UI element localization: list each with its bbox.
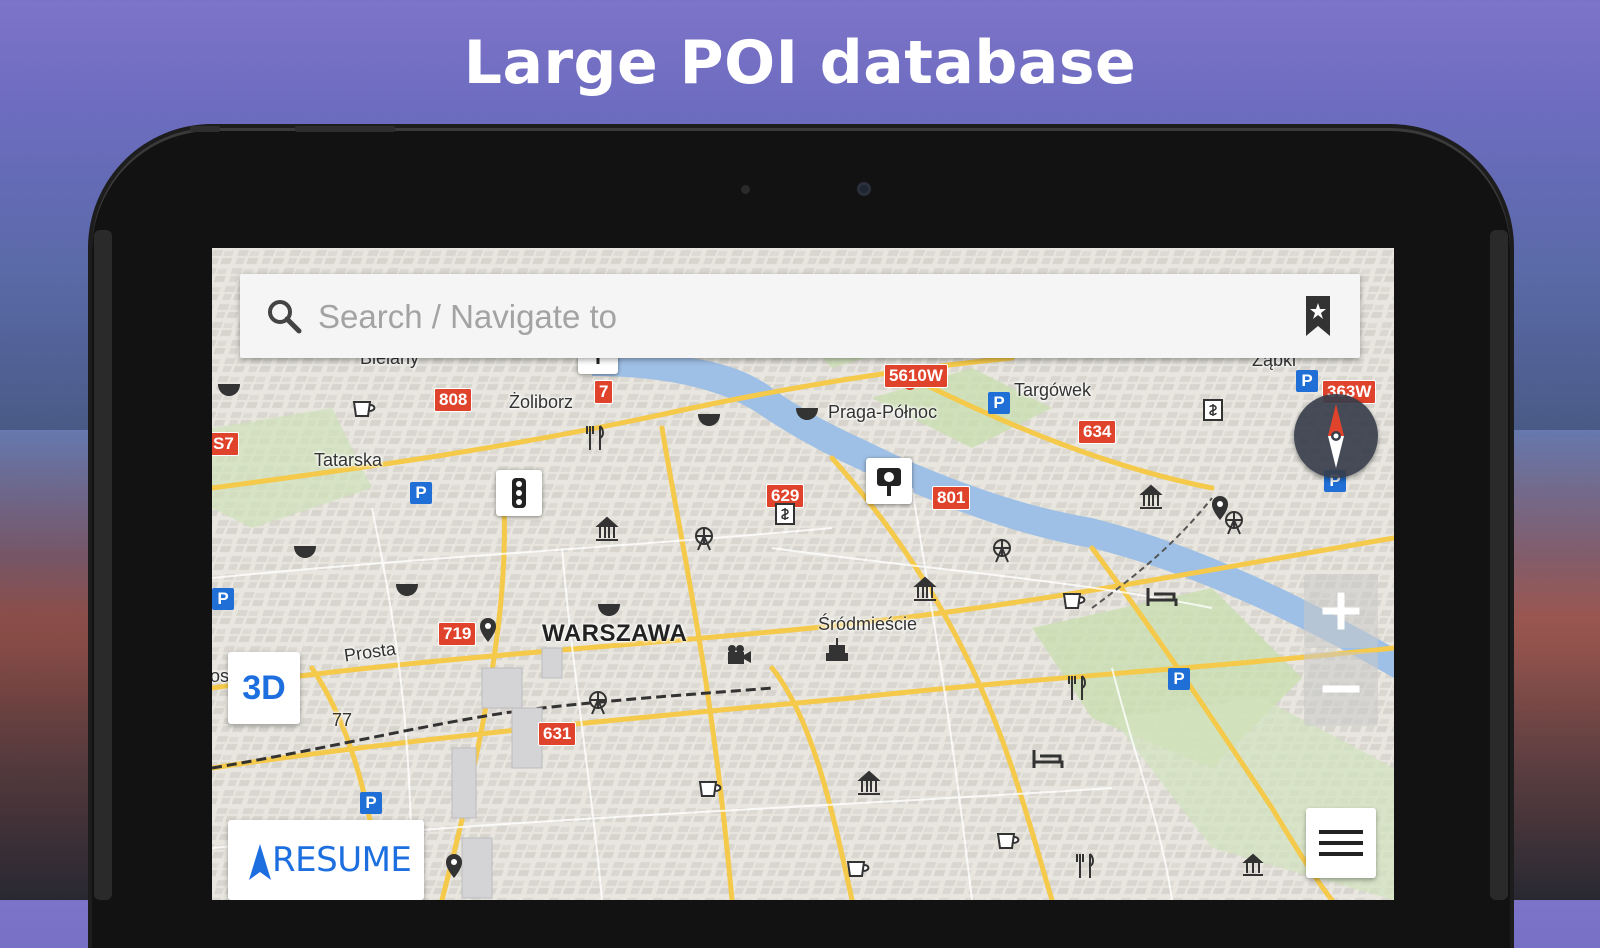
map-pin-icon[interactable] [442,852,466,880]
atm-icon[interactable] [1200,396,1226,424]
map-screen[interactable]: Bielany Żoliborz Tatarska Praga-Północ T… [212,248,1394,900]
parking-icon[interactable]: P [212,588,234,610]
menu-button[interactable] [1306,808,1376,878]
museum-icon[interactable] [1240,852,1266,878]
ferris-wheel-icon[interactable] [584,688,612,716]
district-label-zoliborz: Żoliborz [509,392,574,412]
hotel-icon[interactable] [1146,584,1178,608]
search-bar[interactable] [240,274,1360,358]
restaurant-icon[interactable] [584,424,606,452]
district-label-praga: Praga-Północ [828,402,938,422]
traffic-light-icon[interactable] [496,470,542,516]
compass-needle-icon [1328,404,1344,468]
resume-label: RESUME [272,840,412,880]
cafe-icon[interactable] [350,394,380,420]
tablet-volume-button [295,126,395,132]
bowl-food-icon[interactable] [394,574,420,598]
hotel-icon[interactable] [1032,746,1064,770]
speed-camera-icon[interactable] [866,458,912,504]
district-label-srodmiescie: Śródmieście [818,614,918,634]
road-shield-631: 631 [538,722,577,746]
district-label-os: os [212,666,230,686]
bowl-food-icon[interactable] [292,536,318,560]
minus-icon [1322,685,1360,693]
bowl-food-icon[interactable] [794,398,820,422]
cafe-icon[interactable] [1060,586,1090,612]
parking-icon[interactable]: P [1168,668,1190,690]
museum-icon[interactable] [1136,482,1166,512]
road-shield-719: 719 [438,622,477,646]
cinema-icon[interactable] [724,642,754,668]
district-label-targowek: Targówek [1014,380,1092,400]
hamburger-menu-icon [1319,830,1363,856]
resume-button[interactable]: RESUME [228,820,424,900]
navigation-arrow-icon [249,844,271,880]
restaurant-icon[interactable] [1066,674,1088,702]
parking-icon[interactable]: P [360,792,382,814]
bowl-food-icon[interactable] [216,374,242,398]
cafe-icon[interactable] [994,826,1024,852]
map-pin-icon[interactable] [1208,494,1232,522]
ferris-wheel-icon[interactable] [988,536,1016,564]
cafe-icon[interactable] [844,854,874,880]
bowl-food-icon[interactable] [596,594,622,618]
zoom-out-button[interactable] [1304,652,1378,726]
search-input[interactable] [316,292,1220,342]
city-label: WARSZAWA [542,620,688,647]
bookmark-star-icon[interactable] [1304,294,1332,338]
museum-icon[interactable] [854,768,884,798]
compass-button[interactable] [1294,394,1378,478]
tablet-speaker-left [94,230,112,900]
road-shield-7: 7 [594,380,614,404]
road-shield-5610w: 5610W [884,364,948,388]
parking-icon[interactable]: P [1296,370,1318,392]
view-mode-3d-button[interactable]: 3D [228,652,300,724]
parking-icon[interactable]: P [410,482,432,504]
tablet-sensor [741,185,750,194]
district-label-tatarska: Tatarska [314,450,383,470]
cafe-icon[interactable] [696,774,726,800]
atm-icon[interactable] [772,500,798,528]
bowl-food-icon[interactable] [696,404,722,428]
street-label-77: 77 [332,710,353,730]
tablet-speaker-right [1490,230,1508,900]
museum-icon[interactable] [910,574,940,604]
restaurant-icon[interactable] [1074,852,1096,880]
road-shield-634: 634 [1078,420,1117,444]
promo-headline: Large POI database [463,28,1137,98]
ferris-wheel-icon[interactable] [690,524,718,552]
search-icon[interactable] [266,298,302,334]
map-pin-icon[interactable] [476,616,500,644]
tablet-camera [857,182,871,196]
museum-icon[interactable] [592,514,622,544]
road-shield-808: 808 [434,388,473,412]
zoom-in-button[interactable] [1304,574,1378,648]
landmark-icon[interactable] [822,634,852,664]
plus-icon [1322,592,1360,630]
road-shield-801: 801 [932,486,971,510]
parking-icon[interactable]: P [988,392,1010,414]
tablet-power-button [190,126,220,132]
road-shield-s7: S7 [212,432,239,456]
